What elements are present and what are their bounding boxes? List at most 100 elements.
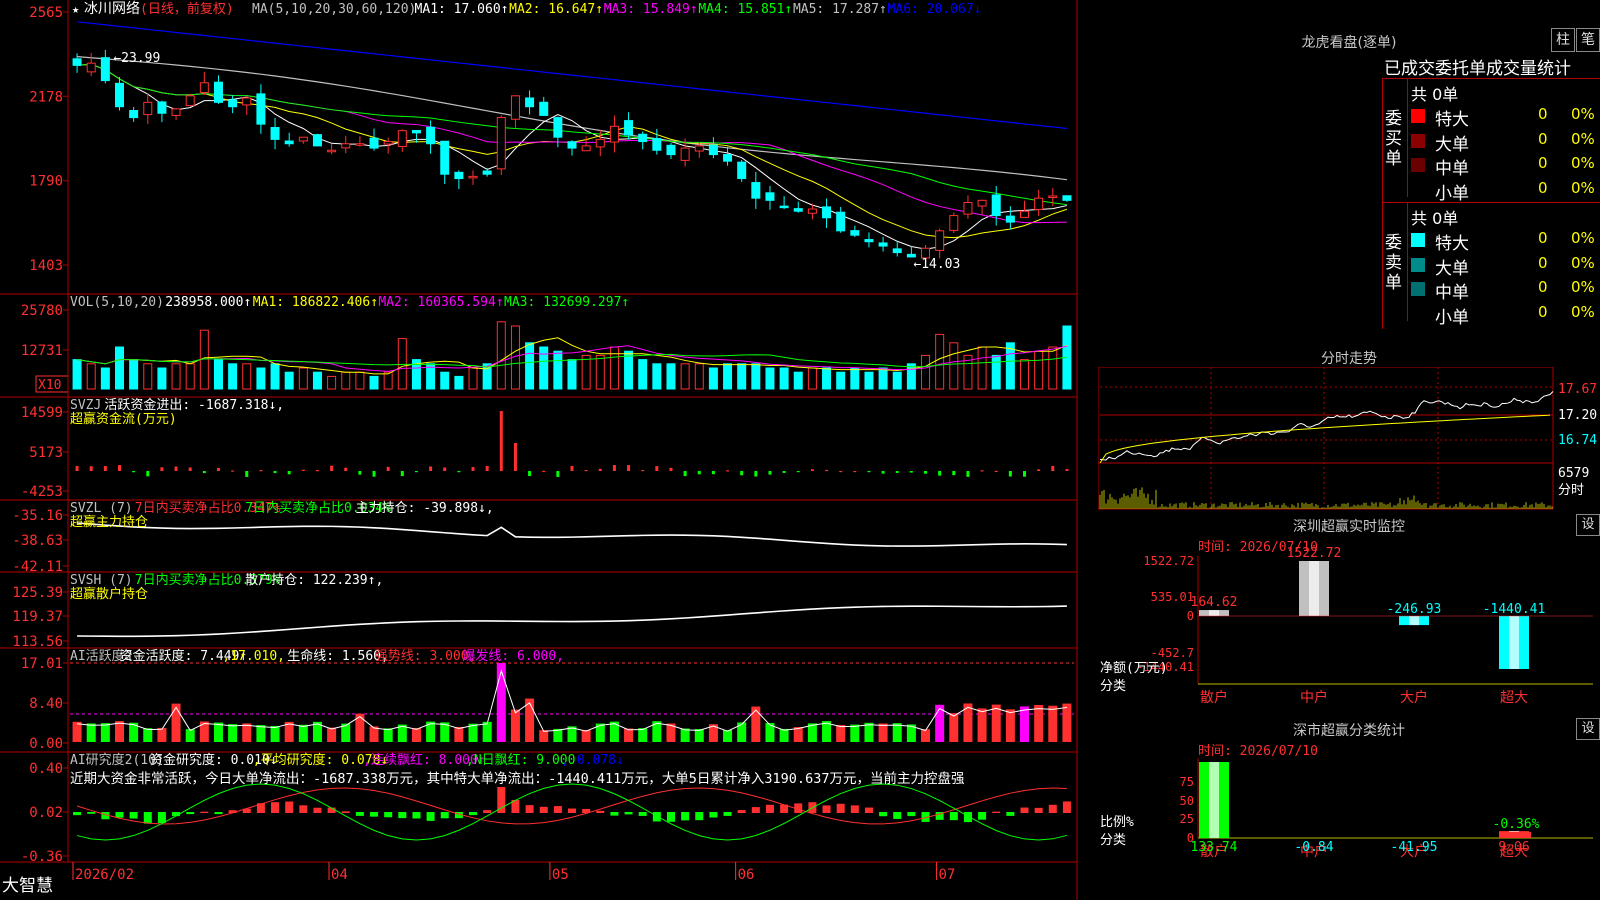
svzj-panel[interactable]: SVZJ 活跃资金进出: -1687.318↓,超赢资金流(万元) 14599 517…: [0, 397, 1077, 501]
capital-flow-bar: [556, 471, 560, 477]
research-bar: [525, 805, 534, 813]
capital-flow-bar: [683, 471, 687, 477]
capital-flow-bar: [315, 469, 319, 472]
capital-flow-bar: [810, 469, 814, 471]
intraday-panel[interactable]: 分时走势 17.67 17.20 16.74 6579 分时: [1098, 345, 1600, 512]
activity-bar: [411, 727, 421, 742]
category-label: 大户: [1400, 689, 1428, 706]
legend-item: MA3: 132699.297↑: [504, 295, 629, 310]
research-bar: [907, 812, 916, 817]
volume-panel[interactable]: VOL(5,10,20) 238958.000↑ MA1: 186822.406↑ M…: [0, 295, 1077, 398]
buy-row-count: 0: [1538, 178, 1548, 197]
activity-bar: [143, 728, 153, 742]
volume-bar: [581, 354, 591, 390]
star-icon: ★: [72, 2, 79, 16]
activity-bar: [1048, 705, 1058, 742]
intraday-y-tick: 17.20: [1558, 408, 1597, 423]
y-tick-label: 14599: [21, 405, 63, 421]
longhu-title: 龙虎看盘(逐单): [1301, 35, 1397, 51]
svzl-panel[interactable]: SVZL (7) 7日内买卖净占比0.347%7日内买卖净占比0.034%主力持仓…: [0, 500, 1077, 575]
y-tick-label: 25780: [21, 303, 63, 319]
ma120-line: [77, 21, 1067, 130]
volume-bar: [143, 363, 153, 390]
capital-flow-bar: [273, 471, 277, 474]
ai-activity-panel[interactable]: AI活跃度2资金活跃度: 7.449↑,17.010, 生命线: 1.560,强势…: [0, 648, 1077, 753]
tab-pen[interactable]: 笔: [1576, 28, 1600, 52]
research-bar: [285, 801, 294, 813]
research-bar: [610, 812, 619, 816]
candle-body: [836, 211, 846, 232]
sz-stats-settings-button[interactable]: 设: [1576, 718, 1600, 740]
capital-flow-bar: [287, 471, 291, 475]
svsh-panel[interactable]: SVSH (7) 7日内买卖净占比0.579%散户持仓: 122.239↑,超赢散…: [0, 572, 1077, 650]
research-bar: [553, 806, 562, 813]
research-bar: [681, 812, 690, 821]
capital-flow-bar: [655, 466, 659, 471]
volume-bar: [213, 359, 223, 390]
capital-flow-bar: [202, 471, 206, 474]
intraday-y-tick: 16.74: [1558, 433, 1597, 448]
sell-row-pct: 0%: [1571, 302, 1595, 321]
volume-bar: [793, 371, 803, 390]
y-tick-label: 0.00: [29, 736, 63, 752]
capital-flow-bar: [117, 465, 121, 471]
volume-bar: [525, 342, 535, 390]
research-bar: [1062, 801, 1071, 813]
buy-swatch: [1411, 158, 1425, 172]
price-panel[interactable]: MA(5,10,20,30,60,120)MA1: 17.060↑ MA2: 16…: [0, 1, 1077, 295]
candle-body: [807, 208, 817, 214]
candle-body: [624, 120, 634, 136]
activity-bar: [751, 706, 761, 742]
legend-item: VOL(5,10,20): [70, 295, 164, 310]
research-bar: [949, 812, 958, 821]
sz-monitor-settings-button[interactable]: 设: [1576, 514, 1600, 536]
activity-bar: [850, 724, 860, 742]
intraday-chart[interactable]: 17.67 17.20 16.74 6579 分时: [1098, 367, 1600, 512]
capital-flow-bar: [386, 466, 390, 471]
ai-research-panel[interactable]: AI研究度2(10)资金研究度: 0.010↓,平均研究度: 0.078↓,连续…: [0, 752, 1077, 865]
capital-flow-bar: [754, 471, 758, 477]
research-bar: [73, 812, 82, 816]
activity-bar: [482, 721, 492, 742]
candle-body: [1020, 210, 1030, 218]
value-bar-highlight: [1209, 762, 1219, 838]
research-bar: [638, 812, 647, 816]
sell-row-count: 0: [1538, 278, 1548, 296]
volume-bar: [807, 367, 817, 390]
value-label: 164.62: [1191, 595, 1238, 610]
y-tick-label: 75: [1180, 775, 1194, 789]
research-bar: [370, 812, 379, 817]
volume-bar: [1034, 350, 1044, 390]
tab-bar-chart[interactable]: 柱: [1551, 28, 1575, 52]
capital-flow-bar: [895, 471, 899, 473]
category-label: 超大: [1500, 690, 1528, 706]
volume-bar: [327, 375, 337, 390]
activity-bar: [878, 723, 888, 742]
legend-item: MA1: 186822.406↑: [253, 295, 378, 310]
volume-bar: [567, 359, 577, 390]
legend-item: MA(5,10,20,30,60,120): [252, 2, 416, 17]
chart-mode: (日线，前复权): [140, 1, 234, 17]
y-tick-label: 0.02: [29, 805, 63, 821]
buy-row-name: 小单: [1435, 183, 1469, 204]
low-note: ←14.03: [913, 257, 960, 272]
intraday-title: 分时走势: [1321, 351, 1377, 367]
capital-flow-bar: [726, 470, 730, 472]
volume-bar: [539, 346, 549, 390]
capital-flow-bar: [132, 471, 136, 473]
candle-body: [482, 170, 492, 175]
activity-bar: [72, 721, 82, 742]
candle-body: [1048, 195, 1058, 198]
volume-bar: [638, 359, 648, 390]
candle-body: [454, 171, 464, 180]
high-note: ←23.99: [113, 51, 160, 66]
x-tick-label: 2026/02: [75, 867, 134, 883]
main-chart-area[interactable]: MA(5,10,20,30,60,120)MA1: 17.060↑ MA2: 16…: [0, 0, 1098, 900]
research-bar: [1048, 804, 1057, 813]
sell-row-count: 0: [1538, 253, 1548, 272]
candle-body: [1005, 215, 1015, 223]
activity-bar: [1062, 703, 1072, 742]
y-tick-label: 125.39: [12, 585, 63, 601]
capital-flow-bar: [330, 465, 334, 471]
buy-swatch: [1411, 133, 1425, 148]
